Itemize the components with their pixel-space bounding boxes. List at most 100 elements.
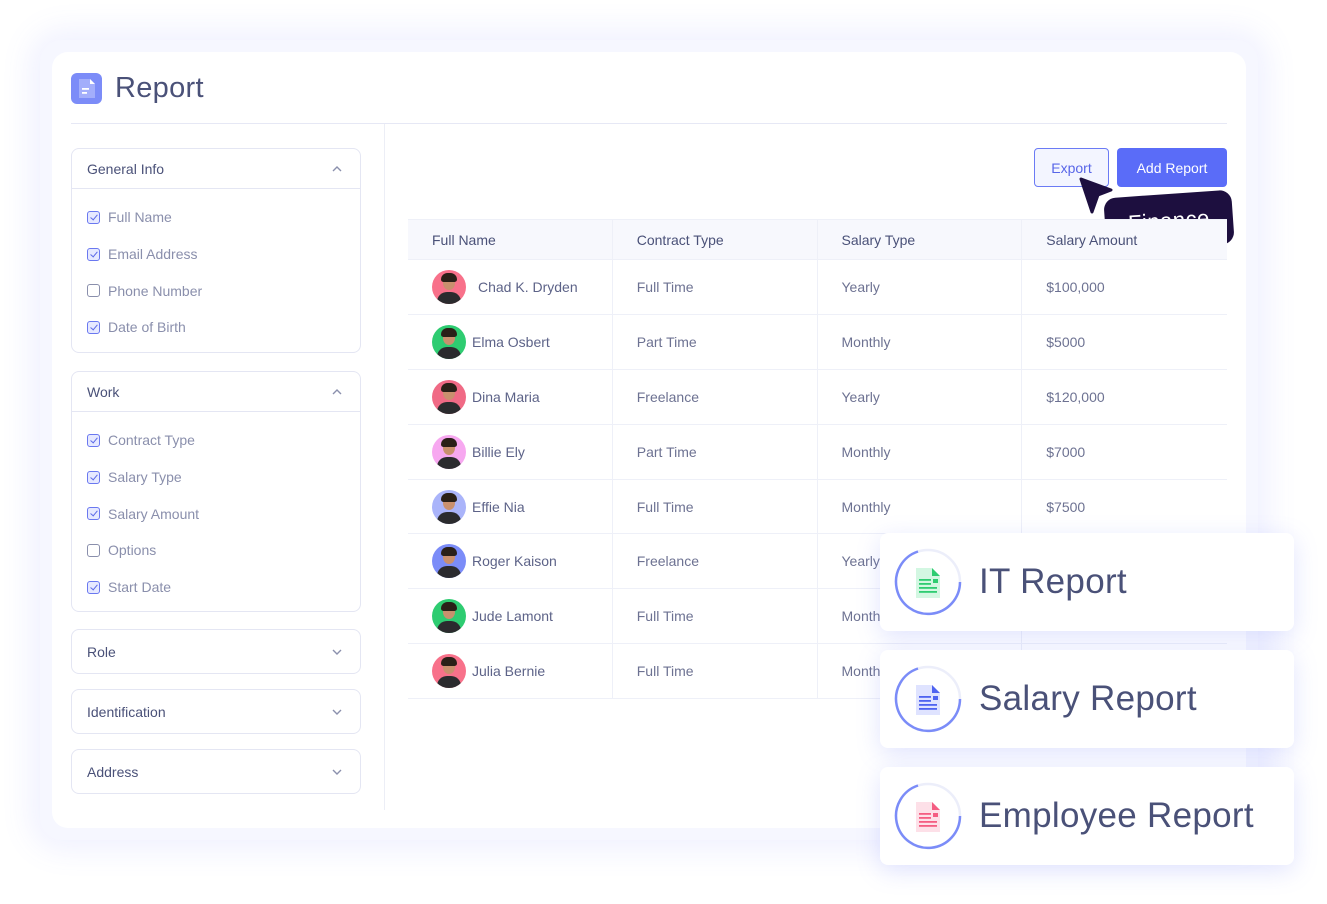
accordion-work: Work Contract Type Salary Type Salary Amoun… [71, 371, 361, 613]
checkbox-label: Salary Type [108, 469, 182, 486]
checkbox-label: Start Date [108, 579, 172, 596]
report-card-it-report[interactable]: IT Report [880, 533, 1294, 631]
cell-amount: $120,000 [1022, 370, 1227, 424]
chevron-down-icon[interactable] [331, 646, 343, 658]
checkbox-row[interactable]: Options [87, 532, 360, 569]
accordion-header[interactable]: Identification [72, 690, 360, 733]
cell-salary-type: Monthly [818, 314, 1023, 369]
add-report-button[interactable]: Add Report [1117, 148, 1227, 187]
cell-contract: Full Time [613, 589, 818, 644]
avatar [432, 379, 466, 414]
table-row[interactable]: Dina Maria Freelance Yearly $120,000 [408, 369, 1227, 425]
cell-amount: $7000 [1022, 425, 1227, 479]
chevron-up-icon[interactable] [331, 163, 343, 175]
checkbox-checked[interactable] [87, 247, 100, 261]
cell-contract: Part Time [613, 314, 818, 369]
checkbox-label: Date of Birth [108, 319, 186, 336]
cell-value: $7000 [1046, 443, 1086, 460]
checkbox-checked[interactable] [87, 433, 100, 447]
pink-document-icon [916, 802, 940, 832]
chevron-down-icon[interactable] [331, 766, 343, 778]
table-row[interactable]: Effie Nia Full Time Monthly $7500 [408, 479, 1227, 535]
accordion-header[interactable]: Role [72, 630, 360, 673]
avatar [432, 434, 466, 469]
cell-value: $120,000 [1046, 388, 1105, 405]
sidebar-divider [384, 124, 385, 810]
checkbox-row[interactable]: Email Address [87, 236, 360, 273]
checkbox-row[interactable]: Start Date [87, 569, 360, 606]
table-row[interactable]: Elma Osbert Part Time Monthly $5000 [408, 314, 1227, 370]
cell-amount: $100,000 [1022, 260, 1227, 314]
document-icon [71, 73, 102, 104]
cell-value: Yearly [841, 388, 880, 405]
report-card-label: Salary Report [979, 679, 1197, 718]
checkbox-checked[interactable] [87, 210, 100, 224]
checkbox-row[interactable]: Date of Birth [87, 309, 360, 346]
table-header: Full Name Contract Type Salary Type Sala… [408, 219, 1227, 260]
checkbox-checked[interactable] [87, 580, 100, 594]
accordion-header[interactable]: General Info [72, 149, 360, 189]
accordion-address: Address [71, 749, 361, 794]
checkbox-row[interactable]: Salary Type [87, 459, 360, 496]
employee-name: Julia Bernie [472, 663, 546, 680]
cell-amount: $7500 [1022, 480, 1227, 534]
cell-name: Roger Kaison [408, 534, 613, 589]
checkbox-checked[interactable] [87, 470, 100, 484]
checkbox-unchecked[interactable] [87, 284, 100, 298]
report-card-employee-report[interactable]: Employee Report [880, 767, 1294, 865]
checkbox-label: Options [108, 542, 157, 559]
checkbox-row[interactable]: Contract Type [87, 422, 360, 459]
cell-name: Jude Lamont [408, 589, 613, 644]
checkbox-unchecked[interactable] [87, 543, 100, 557]
cell-contract: Full Time [613, 644, 818, 699]
column-header-salary-amount[interactable]: Salary Amount [1022, 220, 1227, 259]
cell-name: Julia Bernie [408, 644, 613, 699]
cell-value: $7500 [1046, 498, 1086, 515]
avatar [432, 489, 466, 524]
table-row[interactable]: Billie Ely Part Time Monthly $7000 [408, 424, 1227, 480]
checkbox-checked[interactable] [87, 320, 100, 334]
column-header-contract-type[interactable]: Contract Type [613, 220, 818, 259]
table-row[interactable]: Chad K. Dryden Full Time Yearly $100,000 [408, 260, 1227, 315]
cell-value: Part Time [636, 333, 697, 350]
avatar [432, 324, 466, 359]
column-header-full-name[interactable]: Full Name [408, 220, 613, 259]
checkbox-row[interactable]: Full Name [87, 199, 360, 236]
page-header: Report [71, 72, 204, 105]
cell-value: Monthly [841, 333, 891, 350]
checkbox-checked[interactable] [87, 507, 100, 521]
checkbox-label: Salary Amount [108, 505, 200, 522]
checkbox-row[interactable]: Phone Number [87, 272, 360, 309]
accordion-title: Address [87, 763, 139, 780]
avatar [432, 654, 466, 689]
cell-value: Yearly [841, 553, 880, 570]
checkbox-label: Full Name [108, 209, 172, 226]
checkbox-label: Email Address [108, 246, 198, 263]
accordion-general-info: General Info Full Name Email Address Phone … [71, 148, 361, 353]
avatar [432, 599, 466, 634]
cell-contract: Full Time [613, 260, 818, 314]
cell-name: Elma Osbert [408, 314, 613, 369]
accordion-header[interactable]: Address [72, 750, 360, 793]
header-divider [71, 123, 1227, 124]
accordion-header[interactable]: Work [72, 372, 360, 412]
accordion-title: Identification [87, 703, 166, 720]
cell-amount: $5000 [1022, 315, 1227, 369]
table-body: Chad K. Dryden Full Time Yearly $100,000 Elm… [408, 260, 1227, 700]
cell-value: Monthly [841, 443, 891, 460]
avatar [432, 544, 466, 579]
chevron-up-icon[interactable] [331, 386, 343, 398]
report-card-salary-report[interactable]: Salary Report [880, 650, 1294, 748]
accordion-body: Contract Type Salary Type Salary Amount Opt… [72, 412, 360, 611]
cell-name: Effie Nia [408, 479, 613, 534]
cell-contract: Freelance [613, 369, 818, 424]
blue-document-icon [916, 685, 940, 715]
checkbox-label: Phone Number [108, 282, 203, 299]
chevron-down-icon[interactable] [331, 706, 343, 718]
column-header-salary-type[interactable]: Salary Type [818, 220, 1023, 259]
cell-value: $100,000 [1046, 278, 1105, 295]
cell-name: Chad K. Dryden [408, 260, 613, 314]
checkbox-row[interactable]: Salary Amount [87, 495, 360, 532]
accordion-body: Full Name Email Address Phone Number Date o… [72, 189, 360, 352]
cell-salary-type: Yearly [818, 369, 1023, 424]
